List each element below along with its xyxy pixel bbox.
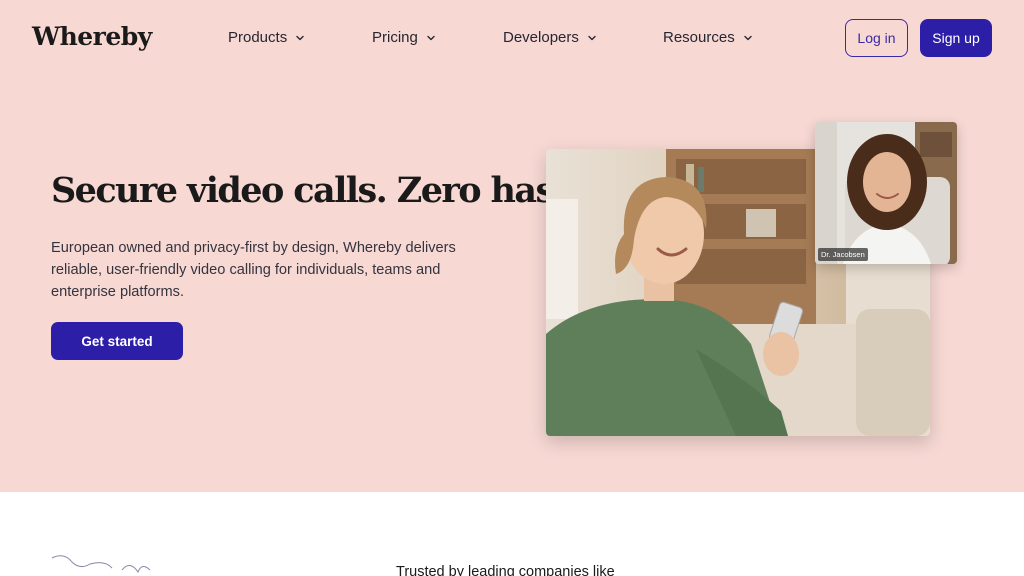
nav-pricing-label: Pricing <box>372 29 418 46</box>
login-button[interactable]: Log in <box>845 19 908 57</box>
nav-resources[interactable]: Resources <box>663 29 753 46</box>
pip-video-image: Dr. Jacobsen <box>815 122 957 264</box>
chevron-down-icon <box>588 35 596 40</box>
nav-developers[interactable]: Developers <box>503 29 597 46</box>
whereby-logo[interactable]: Whereby <box>32 22 152 51</box>
participant-name-label: Dr. Jacobsen <box>818 248 868 261</box>
hero-description: European owned and privacy-first by desi… <box>51 240 456 300</box>
hero-headline: Secure video calls. Zero hassle <box>51 170 606 211</box>
nav-resources-label: Resources <box>663 29 735 46</box>
nav-products[interactable]: Products <box>228 29 305 46</box>
signature-scribble <box>51 555 151 574</box>
chevron-down-icon <box>296 35 304 40</box>
signup-button[interactable]: Sign up <box>920 19 992 57</box>
nav-pricing[interactable]: Pricing <box>372 29 436 46</box>
get-started-button[interactable]: Get started <box>51 322 183 360</box>
nav-developers-label: Developers <box>503 29 579 46</box>
nav-products-label: Products <box>228 29 288 46</box>
chevron-down-icon <box>744 35 752 40</box>
trusted-by-heading: Trusted by leading companies like <box>396 564 615 576</box>
chevron-down-icon <box>427 35 435 40</box>
